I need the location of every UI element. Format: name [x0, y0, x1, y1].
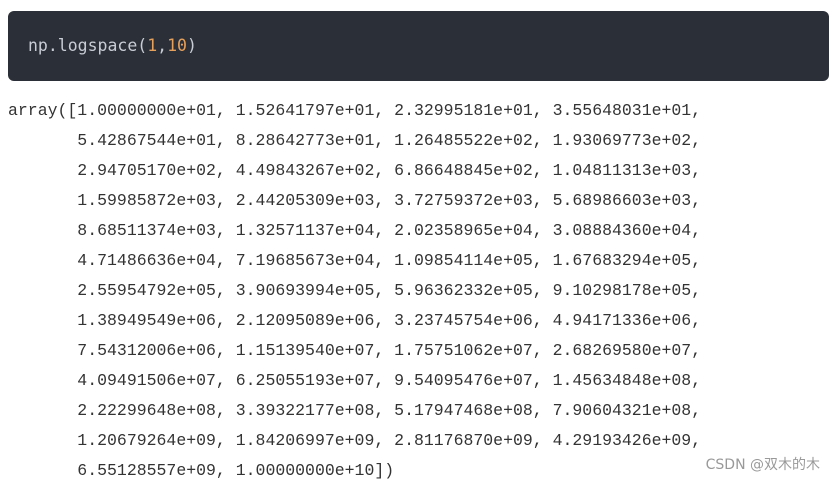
output-line: 2.22299648e+08, 3.39322177e+08, 5.179474… — [8, 401, 702, 420]
output-line: 5.42867544e+01, 8.28642773e+01, 1.264855… — [8, 131, 702, 150]
output-line: 8.68511374e+03, 1.32571137e+04, 2.023589… — [8, 221, 702, 240]
output-line: 2.55954792e+05, 3.90693994e+05, 5.963623… — [8, 281, 702, 300]
output-line: 1.59985872e+03, 2.44205309e+03, 3.727593… — [8, 191, 702, 210]
output-line: 7.54312006e+06, 1.15139540e+07, 1.757510… — [8, 341, 702, 360]
code-comma: , — [157, 36, 168, 55]
output-line: 4.71486636e+04, 7.19685673e+04, 1.098541… — [8, 251, 702, 270]
output-line: 1.38949549e+06, 2.12095089e+06, 3.237457… — [8, 311, 702, 330]
output-line: array([1.00000000e+01, 1.52641797e+01, 2… — [8, 101, 702, 120]
code-cell: np.logspace(1,10) — [8, 11, 829, 81]
output-line: 2.94705170e+02, 4.49843267e+02, 6.866488… — [8, 161, 702, 180]
output-line: 1.20679264e+09, 1.84206997e+09, 2.811768… — [8, 431, 702, 450]
csdn-watermark: CSDN @双木的木 — [705, 457, 820, 473]
code-arg-start: 1 — [147, 36, 158, 55]
code-paren-open: ( — [137, 36, 148, 55]
output-line: 4.09491506e+07, 6.25055193e+07, 9.540954… — [8, 371, 702, 390]
code-line: np.logspace(1,10) — [28, 35, 197, 57]
code-arg-stop: 10 — [167, 36, 187, 55]
code-paren-close: ) — [186, 36, 197, 55]
code-function-token: np.logspace — [28, 36, 138, 55]
output-line: 6.55128557e+09, 1.00000000e+10]) — [8, 461, 395, 480]
cell-output: array([1.00000000e+01, 1.52641797e+01, 2… — [8, 96, 701, 486]
